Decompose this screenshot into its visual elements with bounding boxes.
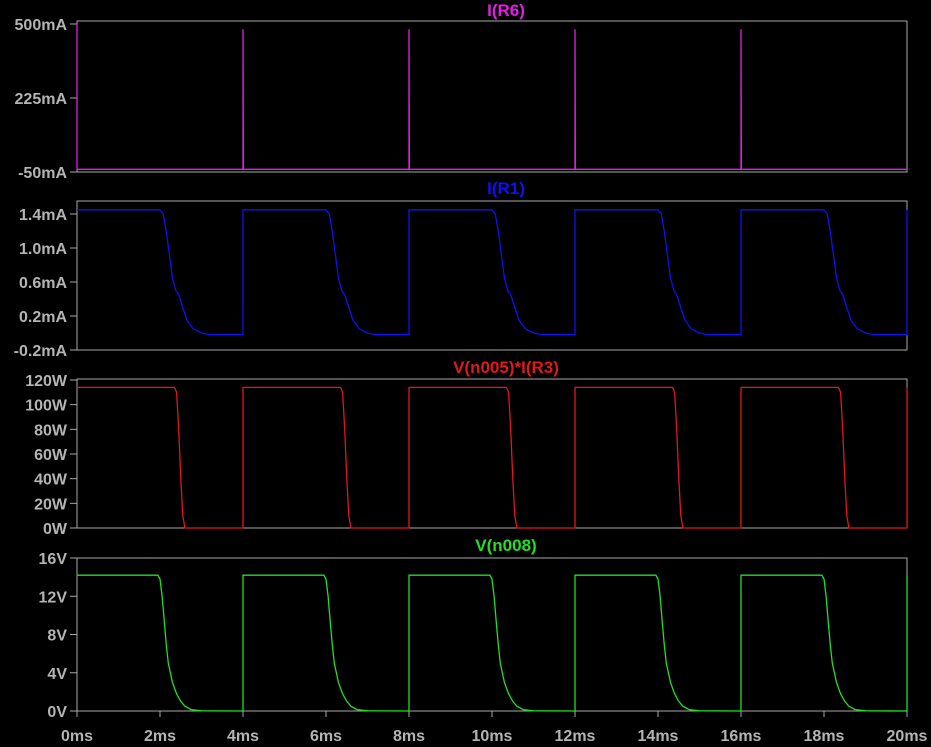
x-tick-label: 20ms [887, 728, 928, 745]
y-tick-label: 40W [34, 472, 68, 489]
y-tick-label: 1.0mA [19, 241, 67, 258]
y-tick-label: 500mA [15, 17, 68, 34]
y-tick-label: -50mA [18, 165, 67, 182]
x-tick-label: 4ms [227, 728, 259, 745]
y-tick-label: 0.6mA [19, 275, 67, 292]
y-tick-label: 1.4mA [19, 207, 67, 224]
x-tick-label: 16ms [721, 728, 762, 745]
y-tick-label: 120W [25, 373, 68, 390]
x-tick-label: 10ms [472, 728, 513, 745]
x-tick-label: 0ms [61, 728, 93, 745]
series-line-V(n008) [77, 574, 908, 712]
y-tick-label: 60W [34, 447, 68, 464]
y-tick-label: 16V [39, 551, 68, 568]
x-tick-label: 8ms [393, 728, 425, 745]
pane-title: V(n005)*I(R3) [453, 358, 559, 377]
y-tick-label: 0W [43, 521, 68, 538]
x-tick-label: 18ms [804, 728, 845, 745]
pane-title: I(R6) [487, 1, 525, 20]
y-tick-label: 225mA [15, 91, 68, 108]
y-tick-label: 8V [47, 628, 67, 645]
pane-title: I(R1) [487, 179, 525, 198]
waveform-plot-area: I(R6) 500mA 225mA -50mA I(R1) 1.4mA 1.0mA 0.6mA… [14, 1, 928, 745]
y-tick-label: 0V [47, 704, 67, 721]
series-line-I(R1) [77, 209, 908, 336]
x-tick-label: 6ms [310, 728, 342, 745]
y-tick-label: 100W [25, 398, 68, 415]
x-tick-label: 12ms [555, 728, 596, 745]
pane-title: V(n008) [475, 536, 536, 555]
series-line-I(R6) [76, 24, 907, 170]
pane-frame [76, 20, 908, 173]
y-tick-label: -0.2mA [14, 343, 68, 360]
x-tick-label: 14ms [638, 728, 679, 745]
y-tick-label: 80W [34, 422, 68, 439]
y-tick-label: 0.2mA [19, 309, 67, 326]
x-tick-label: 2ms [144, 728, 176, 745]
y-tick-label: 4V [47, 666, 67, 683]
pane-frame [76, 378, 908, 529]
y-tick-label: 12V [39, 589, 68, 606]
y-tick-label: 20W [34, 496, 68, 513]
pane-frame [76, 200, 908, 351]
series-line-V(n005)*I(R3) [77, 386, 908, 529]
